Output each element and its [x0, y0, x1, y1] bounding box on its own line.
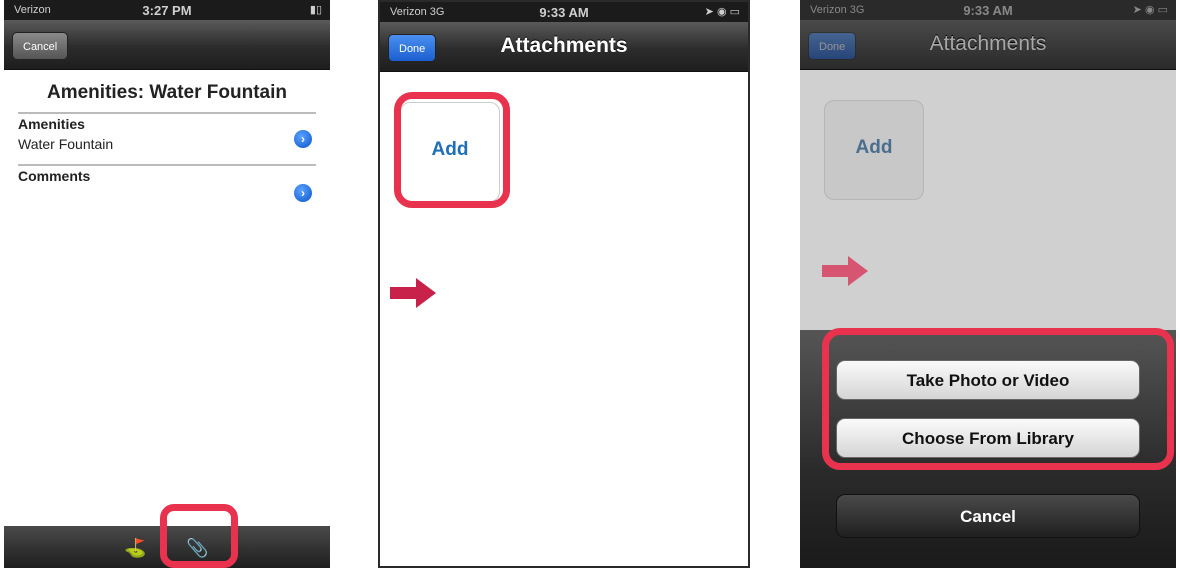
nav-bar: Done Attachments	[380, 22, 748, 72]
field-label: Comments	[18, 168, 91, 184]
add-attachment-button: Add	[824, 100, 924, 200]
sheet-cancel-button[interactable]: Cancel	[836, 494, 1140, 538]
screen-attachments: Verizon 3G 9:33 AM ➤ ◉ ▭ Done Attachment…	[378, 0, 750, 568]
status-bar: Verizon 3:27 PM ▮▯	[4, 0, 330, 20]
battery-icon: ➤ ◉ ▭	[1132, 4, 1168, 16]
battery-icon: ▮▯	[309, 4, 322, 16]
pointer-arrow-icon	[822, 256, 868, 286]
clock-label: 3:27 PM	[142, 3, 192, 18]
disclosure-chevron-icon[interactable]: ›	[294, 130, 312, 148]
screen-amenities-detail: Verizon 3:27 PM ▮▯ Cancel Amenities: Wat…	[4, 0, 330, 568]
add-highlight	[394, 92, 510, 208]
attachment-highlight	[160, 504, 238, 568]
field-comments[interactable]: Comments ›	[18, 164, 316, 202]
clock-label: 9:33 AM	[963, 3, 1013, 18]
screen-attachments-action-sheet: Verizon 3G 9:33 AM ➤ ◉ ▭ Done Attachment…	[800, 0, 1176, 568]
add-label: Add	[855, 137, 893, 158]
nav-title: Attachments	[929, 32, 1047, 55]
nav-bar: Done Attachments	[800, 20, 1176, 70]
field-label: Amenities	[18, 116, 85, 132]
options-highlight	[822, 328, 1174, 470]
status-bar: Verizon 3G 9:33 AM ➤ ◉ ▭	[380, 2, 748, 22]
disclosure-chevron-icon[interactable]: ›	[294, 184, 312, 202]
field-amenities[interactable]: Amenities Water Fountain ›	[18, 112, 316, 152]
location-icon[interactable]: ⛳	[124, 538, 146, 559]
nav-title: Attachments	[500, 34, 628, 57]
status-bar: Verizon 3G 9:33 AM ➤ ◉ ▭	[800, 0, 1176, 20]
nav-bar: Cancel	[4, 20, 330, 70]
field-value: Water Fountain	[18, 136, 114, 152]
clock-label: 9:33 AM	[539, 5, 589, 20]
location-arrow-icon: ➤ ◉ ▭	[704, 6, 740, 18]
pointer-arrow-icon	[390, 278, 436, 308]
page-title: Amenities: Water Fountain	[47, 82, 287, 103]
cancel-button[interactable]: Cancel	[12, 32, 69, 60]
